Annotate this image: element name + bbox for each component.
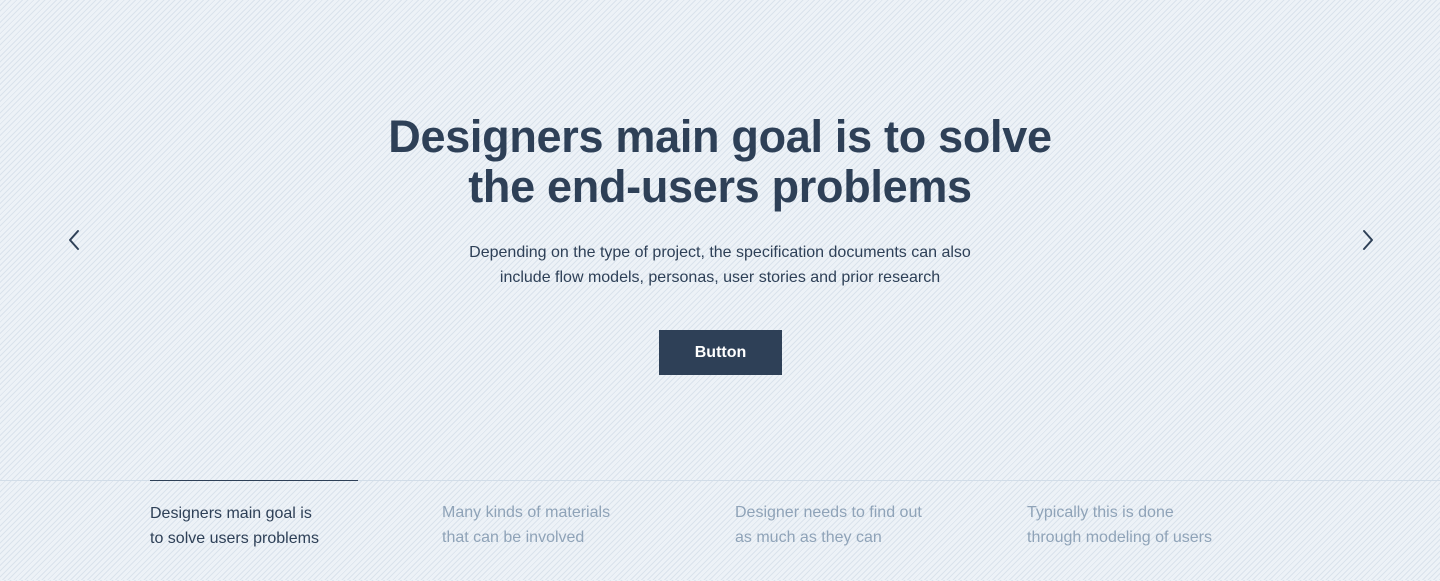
- slide-tab-2[interactable]: Many kinds of materials that can be invo…: [442, 480, 650, 580]
- chevron-left-icon: [69, 230, 79, 250]
- hero-subtitle-line-1: Depending on the type of project, the sp…: [469, 244, 971, 261]
- hero-subtitle-line-2: include flow models, personas, user stor…: [499, 269, 941, 286]
- slide-tab-1-text: Designers main goal is to solve users pr…: [150, 501, 319, 551]
- slide-tab-1[interactable]: Designers main goal is to solve users pr…: [150, 480, 358, 581]
- tab-label-line-2: through modeling of users: [1027, 529, 1212, 546]
- slide-tab-3-text: Designer needs to find out as much as th…: [735, 500, 922, 550]
- slide-tab-3[interactable]: Designer needs to find out as much as th…: [735, 480, 943, 580]
- tab-label-line-1: Many kinds of materials: [442, 504, 611, 521]
- tab-label-line-1: Designers main goal is: [150, 505, 312, 522]
- tab-label-line-2: to solve users problems: [150, 530, 319, 547]
- cta-button[interactable]: Button: [659, 330, 782, 375]
- hero-subtitle: Depending on the type of project, the sp…: [420, 240, 1020, 290]
- tab-label-line-2: that can be involved: [442, 529, 585, 546]
- slide-tabs: Designers main goal is to solve users pr…: [0, 480, 1440, 581]
- tab-label-line-1: Designer needs to find out: [735, 504, 922, 521]
- hero-title-line-1: Designers main goal is to solve: [388, 111, 1052, 162]
- chevron-right-icon: [1363, 230, 1373, 250]
- tab-label-line-1: Typically this is done: [1027, 504, 1174, 521]
- hero-slide: Designers main goal is to solve the end-…: [0, 0, 1440, 480]
- prev-slide-button[interactable]: [58, 224, 90, 256]
- hero-title: Designers main goal is to solve the end-…: [320, 112, 1120, 212]
- tab-label-line-2: as much as they can: [735, 529, 882, 546]
- hero-title-line-2: the end-users problems: [468, 161, 972, 212]
- next-slide-button[interactable]: [1352, 224, 1384, 256]
- slide-tab-2-text: Many kinds of materials that can be invo…: [442, 500, 610, 550]
- slide-tab-4-text: Typically this is done through modeling …: [1027, 500, 1212, 550]
- slide-tab-4[interactable]: Typically this is done through modeling …: [1027, 480, 1235, 580]
